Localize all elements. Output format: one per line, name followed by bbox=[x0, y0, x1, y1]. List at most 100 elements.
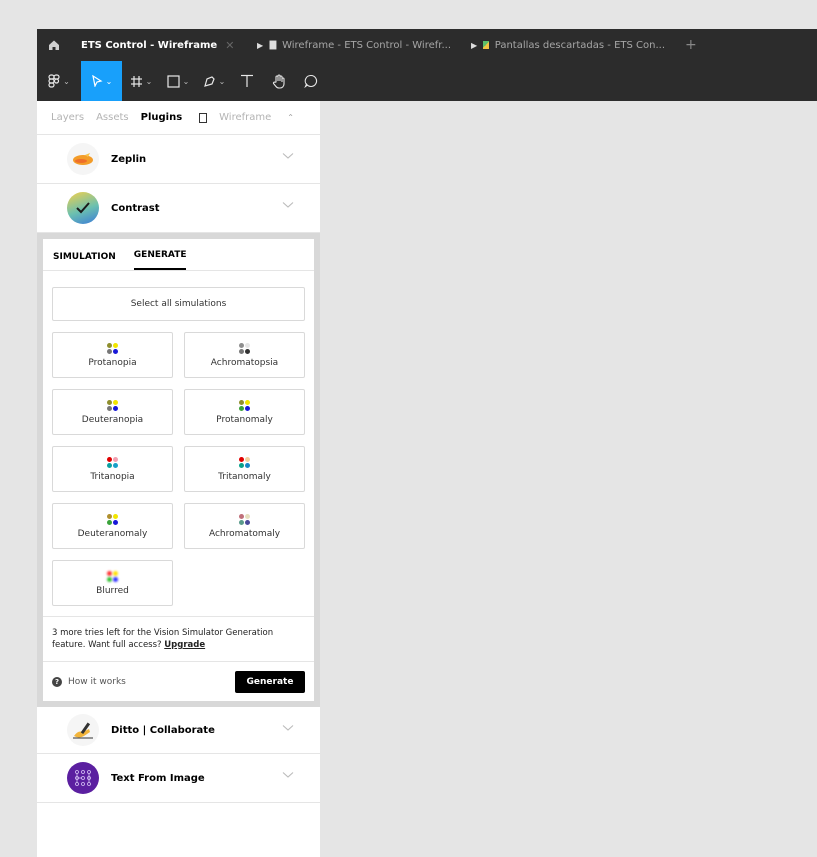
color-dots-icon bbox=[239, 399, 250, 411]
plugin-name: Contrast bbox=[111, 202, 160, 214]
color-dot bbox=[113, 399, 118, 405]
tab-wireframe[interactable]: ▶ Wireframe - ETS Control - Wirefr... bbox=[247, 29, 461, 61]
color-dot bbox=[239, 348, 244, 354]
simulation-option[interactable]: Deuteranopia bbox=[52, 389, 173, 435]
color-dot bbox=[107, 570, 112, 576]
color-dot bbox=[113, 348, 118, 354]
color-dot bbox=[239, 462, 244, 468]
tab-label: Wireframe - ETS Control - Wirefr... bbox=[282, 39, 451, 51]
toolbar: ⌄ ⌄ ⌄ ⌄ ⌄ bbox=[37, 61, 817, 101]
chevron-down-icon[interactable] bbox=[282, 724, 294, 732]
simulation-option[interactable]: Deuteranomaly bbox=[52, 503, 173, 549]
plugin-name: Zeplin bbox=[111, 153, 147, 165]
panel-tabs: Layers Assets Plugins Wireframe ⌃ bbox=[37, 101, 320, 135]
color-dot bbox=[245, 399, 250, 405]
color-dot bbox=[107, 456, 112, 462]
how-it-works-link[interactable]: How it works bbox=[68, 677, 126, 687]
chevron-down-icon: ⌄ bbox=[105, 76, 113, 86]
simulation-label: Achromatomaly bbox=[208, 528, 281, 539]
tab-layers[interactable]: Layers bbox=[51, 112, 84, 123]
chevron-down-icon[interactable] bbox=[282, 771, 294, 779]
color-dot bbox=[245, 462, 250, 468]
simulation-label: Deuteranopia bbox=[81, 414, 144, 425]
hand-icon bbox=[272, 73, 285, 89]
simulation-option[interactable]: Achromatopsia bbox=[184, 332, 305, 378]
tab-pantallas-descartadas[interactable]: ▶ Pantallas descartadas - ETS Con... bbox=[461, 29, 675, 61]
color-dot bbox=[107, 399, 112, 405]
color-dots-icon bbox=[107, 513, 118, 525]
close-icon[interactable]: ✕ bbox=[225, 39, 234, 52]
shape-tool-button[interactable]: ⌄ bbox=[160, 61, 196, 101]
color-dot bbox=[245, 513, 250, 519]
tab-assets[interactable]: Assets bbox=[96, 112, 129, 123]
text-tool-button[interactable] bbox=[232, 61, 262, 101]
simulation-option[interactable]: Protanopia bbox=[52, 332, 173, 378]
page-selector[interactable]: Wireframe ⌃ bbox=[199, 112, 306, 123]
simulation-label: Blurred bbox=[96, 585, 129, 596]
plugin-contrast[interactable]: Contrast bbox=[37, 184, 320, 233]
color-dot bbox=[239, 456, 244, 462]
simulation-label: Achromatopsia bbox=[210, 357, 279, 368]
simulation-option[interactable]: Tritanomaly bbox=[184, 446, 305, 492]
color-dots-icon bbox=[239, 456, 250, 468]
hand-tool-button[interactable] bbox=[262, 61, 296, 101]
chevron-down-icon: ⌄ bbox=[63, 76, 70, 86]
pen-tool-button[interactable]: ⌄ bbox=[196, 61, 232, 101]
color-dots-icon bbox=[107, 456, 118, 468]
color-dot bbox=[239, 399, 244, 405]
notice-text: 3 more tries left for the Vision Simulat… bbox=[52, 628, 274, 650]
play-icon: ▶ bbox=[471, 40, 478, 50]
color-dots-icon bbox=[107, 399, 118, 411]
simulation-label: Deuteranomaly bbox=[77, 528, 148, 539]
home-button[interactable] bbox=[37, 29, 71, 61]
main-menu-button[interactable]: ⌄ bbox=[37, 61, 81, 101]
chevron-down-icon[interactable] bbox=[282, 152, 294, 160]
color-dot bbox=[113, 462, 118, 468]
upgrade-link[interactable]: Upgrade bbox=[164, 640, 205, 650]
simulation-label: Protanopia bbox=[88, 357, 137, 368]
tab-generate[interactable]: GENERATE bbox=[133, 250, 187, 270]
color-dot bbox=[113, 513, 118, 519]
tab-simulation[interactable]: SIMULATION bbox=[53, 252, 116, 270]
color-dot bbox=[107, 342, 112, 348]
plugin-zeplin[interactable]: Zeplin bbox=[37, 135, 320, 184]
color-dot bbox=[107, 462, 112, 468]
new-tab-icon[interactable]: + bbox=[685, 37, 697, 53]
comment-tool-button[interactable] bbox=[296, 61, 326, 101]
rectangle-icon bbox=[167, 74, 180, 88]
zeplin-icon bbox=[67, 143, 99, 175]
color-dots-icon bbox=[239, 342, 250, 354]
chevron-up-icon: ⌃ bbox=[287, 113, 294, 122]
simulation-option[interactable]: Blurred bbox=[52, 560, 173, 606]
simulation-grid: Protanopia Achromatopsia Deuteranopia Prota… bbox=[52, 332, 305, 606]
figma-logo-icon bbox=[48, 74, 60, 88]
frame-tool-button[interactable]: ⌄ bbox=[122, 61, 160, 101]
chevron-down-icon[interactable] bbox=[282, 201, 294, 209]
tab-ets-control-wireframe[interactable]: ETS Control - Wireframe ✕ bbox=[71, 29, 247, 61]
plugin-ditto[interactable]: Ditto | Collaborate bbox=[37, 707, 320, 754]
color-dot bbox=[245, 342, 250, 348]
color-dot bbox=[107, 348, 112, 354]
generate-button[interactable]: Generate bbox=[235, 670, 305, 693]
simulation-option[interactable]: Achromatomaly bbox=[184, 503, 305, 549]
color-dot bbox=[107, 513, 112, 519]
move-tool-button[interactable]: ⌄ bbox=[81, 61, 122, 101]
plugin-text-from-image[interactable]: Text From Image bbox=[37, 754, 320, 803]
color-dot bbox=[113, 342, 118, 348]
frame-icon bbox=[130, 75, 142, 87]
color-dot bbox=[245, 519, 250, 525]
simulation-option[interactable]: Tritanopia bbox=[52, 446, 173, 492]
writing-hand-icon bbox=[67, 714, 99, 746]
help-icon[interactable]: ? bbox=[52, 676, 62, 687]
tab-label: ETS Control - Wireframe bbox=[81, 39, 218, 51]
color-dot bbox=[107, 519, 112, 525]
color-dot bbox=[245, 456, 250, 462]
color-dots-icon bbox=[107, 342, 118, 354]
simulation-option[interactable]: Protanomaly bbox=[184, 389, 305, 435]
image-icon bbox=[483, 41, 489, 49]
color-dots-icon bbox=[107, 570, 118, 582]
color-dot bbox=[239, 513, 244, 519]
play-icon: ▶ bbox=[257, 40, 264, 50]
tab-plugins[interactable]: Plugins bbox=[141, 112, 183, 123]
select-all-simulations-button[interactable]: Select all simulations bbox=[52, 287, 305, 321]
